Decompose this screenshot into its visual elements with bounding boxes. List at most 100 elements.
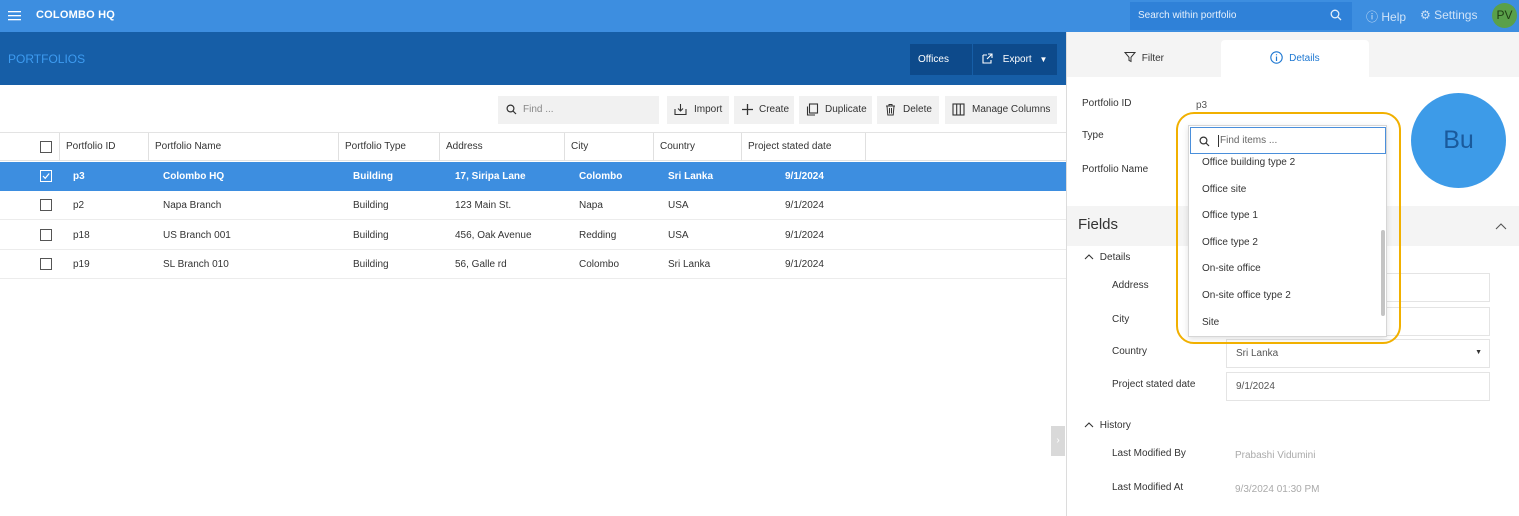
history-section-label: History [1099,420,1131,431]
grid-header: Portfolio ID Portfolio Name Portfolio Ty… [0,132,1066,161]
hamburger-icon[interactable] [8,8,22,24]
search-icon [506,104,517,115]
offices-dropdown-button[interactable]: Offices ▼ [910,44,972,95]
row-checkbox[interactable] [40,258,52,270]
column-header-portfolio-type[interactable]: Portfolio Type [338,133,439,161]
cell-city: Redding [579,230,617,241]
cell-portfolio-type: Building [353,259,389,270]
export-label: Export [1002,54,1032,65]
table-row[interactable]: p3 Colombo HQ Building 17, Siripa Lane C… [0,162,1066,191]
cell-city: Colombo [579,171,623,182]
import-button[interactable]: Import [667,96,729,124]
dropdown-option[interactable]: On-site office [1202,263,1261,274]
export-button[interactable]: Export ▼ [973,44,1057,75]
dropdown-scrollbar[interactable] [1381,230,1385,316]
type-dropdown: Find items ... Office building type 2 Of… [1188,125,1387,337]
delete-label: Delete [903,104,932,115]
cell-project-date: 9/1/2024 [785,230,824,241]
cell-project-date: 9/1/2024 [785,259,824,270]
cell-city: Napa [579,200,603,211]
portfolio-id-value: p3 [1196,100,1208,111]
table-row[interactable]: p19 SL Branch 010 Building 56, Galle rd … [0,250,1066,279]
column-header-portfolio-id[interactable]: Portfolio ID [59,133,148,161]
cell-portfolio-id: p18 [73,230,90,241]
column-header-project-date[interactable]: Project stated date [741,133,866,161]
manage-columns-button[interactable]: Manage Columns [945,96,1057,124]
cell-address: 17, Siripa Lane [455,171,526,182]
portfolio-name-label: Portfolio Name [1082,164,1149,175]
cell-address: 123 Main St. [455,200,512,211]
select-all-checkbox[interactable] [40,141,52,153]
duplicate-icon [806,103,819,116]
table-row[interactable]: p2 Napa Branch Building 123 Main St. Nap… [0,191,1066,220]
tab-details-label: Details [1289,53,1320,64]
last-modified-by-label: Last Modified By [1112,448,1186,459]
offices-label: Offices [918,54,949,65]
settings-icon: ⚙ [1420,8,1431,22]
help-link[interactable]: ⓘ Help [1366,8,1406,25]
cell-country: USA [668,200,689,211]
cell-portfolio-id: p2 [73,200,85,211]
grid-find-input[interactable]: Find ... [498,96,659,124]
city-label: City [1112,314,1130,325]
trash-icon [886,104,895,116]
tab-details[interactable]: Details [1221,40,1369,77]
delete-button[interactable]: Delete [877,96,939,124]
info-icon [1270,51,1284,64]
caret-down-icon: ▼ [1039,55,1048,64]
panel-collapse-handle[interactable]: › [1051,426,1065,456]
row-checkbox[interactable] [40,199,52,211]
cell-address: 456, Oak Avenue [455,230,532,241]
country-select[interactable]: Sri Lanka ▼ [1226,339,1490,368]
cell-portfolio-name: Napa Branch [163,200,222,211]
project-date-label: Project stated date [1112,379,1196,390]
dropdown-option[interactable]: Site [1202,317,1219,328]
portfolio-search[interactable]: Search within portfolio [1130,2,1352,30]
details-section-toggle[interactable]: Details [1084,252,1130,263]
cell-portfolio-id: p3 [73,171,85,182]
help-label: Help [1381,10,1407,24]
dropdown-option[interactable]: Office type 1 [1202,210,1258,221]
chevron-up-icon[interactable] [1495,222,1507,230]
plus-icon [742,104,753,115]
caret-down-icon: ▼ [1475,349,1482,356]
columns-icon [952,103,965,116]
app-title: COLOMBO HQ [36,9,115,21]
cell-portfolio-type: Building [353,200,389,211]
details-section-label: Details [1099,252,1131,263]
dropdown-option[interactable]: Office site [1202,184,1246,195]
duplicate-button[interactable]: Duplicate [799,96,872,124]
settings-link[interactable]: ⚙ Settings [1420,8,1477,22]
cell-portfolio-id: p19 [73,259,90,270]
type-label: Type [1082,130,1104,141]
row-checkbox[interactable] [40,229,52,241]
table-row[interactable]: p18 US Branch 001 Building 456, Oak Aven… [0,221,1066,250]
text-cursor [1218,135,1219,147]
column-header-country[interactable]: Country [653,133,741,161]
user-avatar[interactable]: PV [1492,3,1517,28]
chevron-up-icon [1084,254,1094,260]
cell-portfolio-type: Building [353,230,389,241]
page-title: PORTFOLIOS [8,52,86,66]
create-button[interactable]: Create [734,96,794,124]
cell-project-date: 9/1/2024 [785,200,824,211]
settings-label: Settings [1434,8,1478,22]
type-search-input[interactable]: Find items ... [1190,127,1386,154]
tab-filter-label: Filter [1141,53,1164,64]
row-checkbox[interactable] [40,170,52,182]
cell-portfolio-name: SL Branch 010 [163,259,229,270]
history-section-toggle[interactable]: History [1084,420,1131,431]
project-date-field[interactable]: 9/1/2024 [1226,372,1490,401]
dropdown-option[interactable]: On-site office type 2 [1202,290,1291,301]
column-header-address[interactable]: Address [439,133,564,161]
search-icon[interactable] [1330,9,1342,21]
dropdown-option[interactable]: Office building type 2 [1202,157,1295,168]
tab-filter[interactable]: Filter [1067,40,1221,77]
column-header-portfolio-name[interactable]: Portfolio Name [148,133,338,161]
cell-country: Sri Lanka [668,259,711,270]
column-header-city[interactable]: City [564,133,653,161]
top-bar: COLOMBO HQ Search within portfolio ⓘ Hel… [0,0,1519,32]
dropdown-option[interactable]: Office type 2 [1202,237,1258,248]
cell-project-date: 9/1/2024 [785,171,824,182]
portfolio-header: PORTFOLIOS Offices ▼ Export ▼ [0,32,1066,95]
